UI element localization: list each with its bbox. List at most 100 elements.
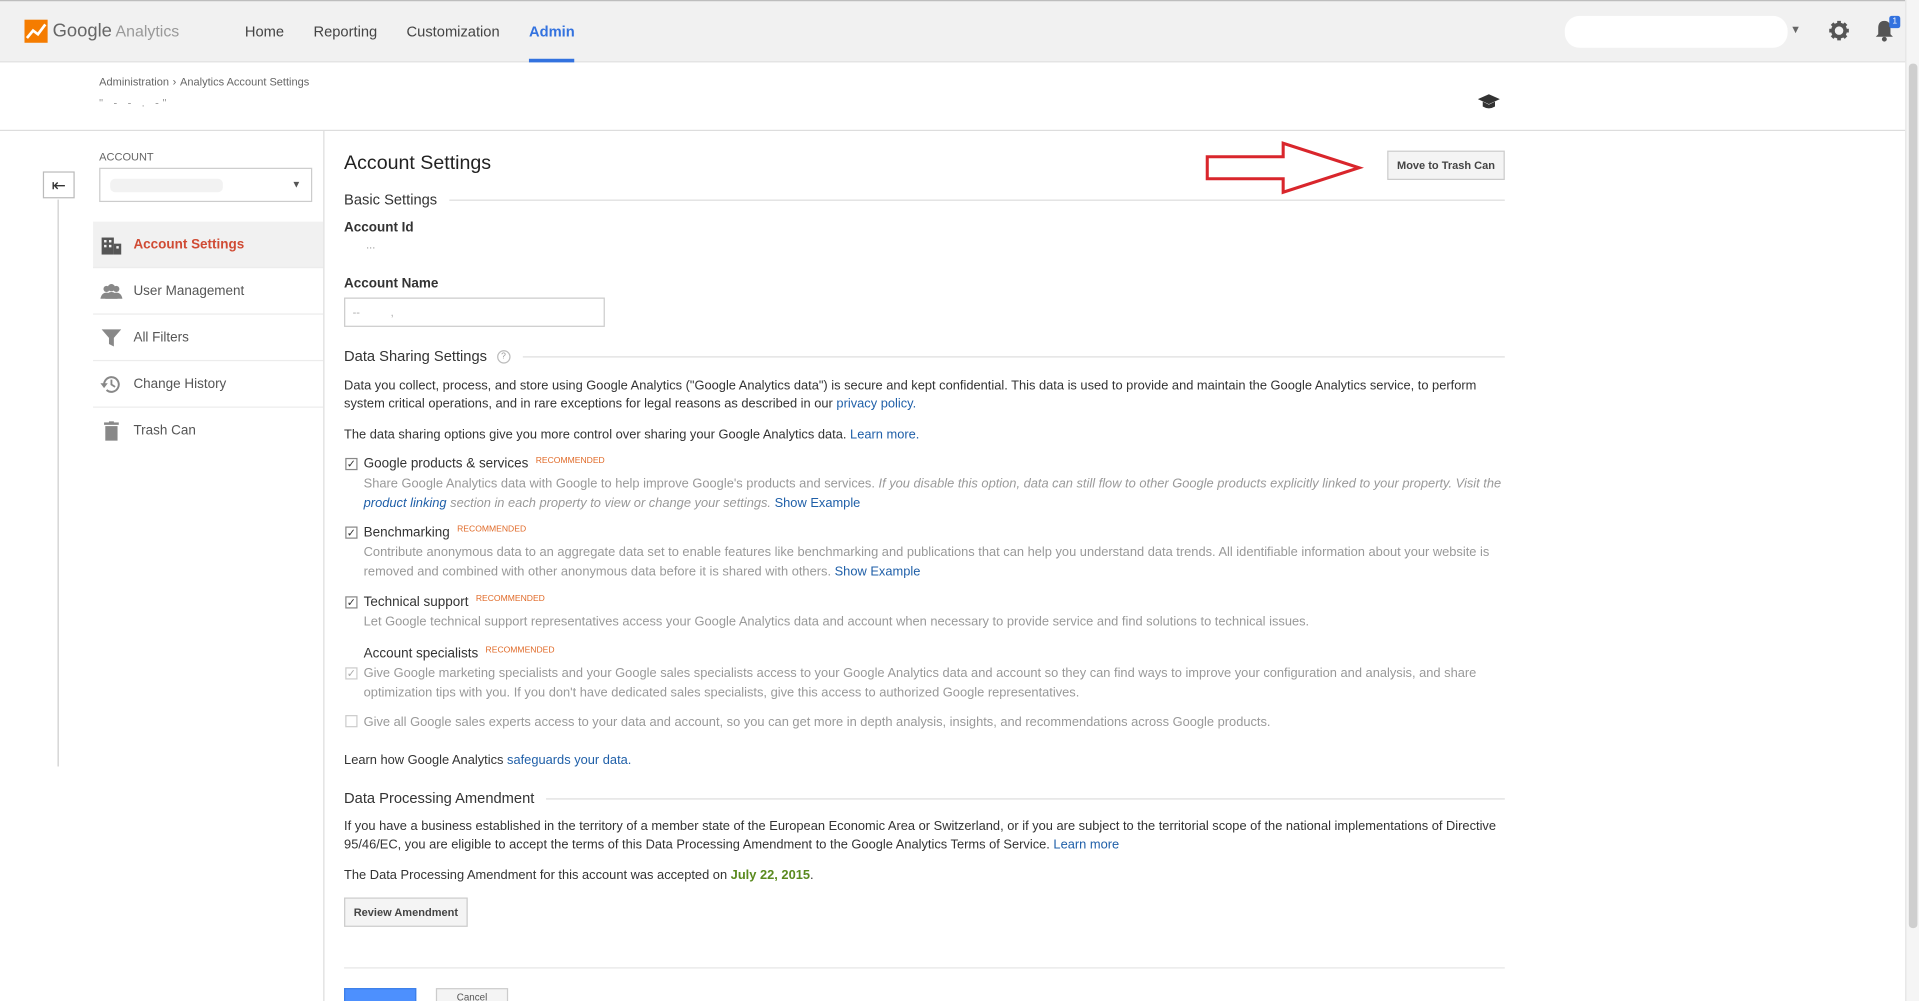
move-to-trash-button[interactable]: Move to Trash Can (1387, 150, 1505, 180)
dpa-section: Data Processing Amendment (344, 790, 1505, 807)
history-icon (100, 374, 122, 394)
dpa-body: If you have a business established in th… (344, 819, 1497, 853)
option-description: Contribute anonymous data to an aggregat… (364, 542, 1505, 581)
desc-italic: If you disable this option, data can sti… (878, 476, 1502, 491)
account-specialists-checkbox[interactable]: ✓ (345, 667, 358, 680)
footer-rule (344, 967, 1505, 969)
desc-text: Share Google Analytics data with Google … (363, 476, 875, 491)
sidebar-item-label: Account Settings (133, 236, 245, 252)
cancel-button[interactable]: Cancel (435, 988, 509, 1001)
save-button[interactable] (344, 988, 417, 1001)
nav-customization[interactable]: Customization (407, 1, 500, 62)
account-name-input[interactable] (344, 297, 605, 327)
building-icon (100, 234, 122, 255)
graduation-cap-icon[interactable] (1477, 93, 1500, 110)
option-description: Give all Google sales experts access to … (363, 715, 1271, 730)
option-title-text: Account specialists (363, 646, 479, 662)
account-switcher[interactable] (1564, 15, 1788, 48)
recommended-badge: RECOMMENDED (457, 525, 527, 534)
option-title: Benchmarking RECOMMENDED (364, 525, 527, 540)
account-id-label: Account Id (344, 220, 414, 236)
dpa-period: . (810, 868, 814, 883)
intro2-text: The data sharing options give you more c… (344, 427, 847, 443)
technical-support-checkbox[interactable]: ✓ (345, 596, 358, 609)
recommended-badge: RECOMMENDED (475, 595, 545, 604)
breadcrumb-current: Analytics Account Settings (180, 75, 310, 89)
breadcrumb-separator: › (172, 75, 177, 89)
option-title: Technical support RECOMMENDED (364, 595, 545, 610)
nav-admin[interactable]: Admin (529, 1, 576, 63)
red-arrow-annotation (1205, 141, 1364, 195)
sidebar-item-trash-can[interactable]: Trash Can (93, 408, 323, 455)
gear-icon[interactable] (1828, 20, 1850, 42)
account-id-value: ... (366, 238, 376, 252)
google-products-checkbox[interactable]: ✓ (345, 457, 358, 471)
option-title: Google products & services RECOMMENDED (364, 457, 605, 472)
dpa-accepted-date: July 22, 2015 (730, 868, 811, 883)
account-subtitle: " - - . -" (99, 96, 171, 109)
help-icon[interactable]: ? (496, 349, 511, 364)
sidebar-item-label: Trash Can (133, 423, 196, 439)
desc-text: Contribute anonymous data to an aggregat… (363, 544, 1490, 580)
account-select[interactable]: ▼ (99, 167, 313, 203)
option-title-text: Technical support (363, 595, 469, 610)
sidebar-divider (57, 199, 59, 767)
sidebar-item-account-settings[interactable]: Account Settings (93, 221, 324, 269)
data-sharing-heading: Data Sharing Settings (344, 347, 488, 365)
sales-experts-checkbox[interactable] (345, 715, 358, 728)
data-sharing-options-intro: The data sharing options give you more c… (344, 426, 1501, 444)
basic-settings-heading: Basic Settings (344, 191, 438, 209)
back-button[interactable]: ⇤ (42, 171, 75, 199)
chevron-down-icon: ▼ (291, 178, 302, 190)
account-name-label: Account Name (344, 276, 439, 292)
option-description: Let Google technical support representat… (363, 614, 1310, 630)
safeguards-link[interactable]: safeguards your data. (507, 753, 631, 768)
sidebar-item-all-filters[interactable]: All Filters (93, 315, 324, 362)
notifications-button[interactable]: 1 (1873, 15, 1901, 42)
trash-icon (100, 421, 122, 441)
nav-reporting[interactable]: Reporting (313, 1, 377, 62)
desc-italic-2: section in each property to view or chan… (450, 495, 772, 511)
google-analytics-logo[interactable]: Google Analytics (24, 19, 180, 43)
product-linking-link[interactable]: product linking (364, 496, 447, 511)
top-bar: Google Analytics Home Reporting Customiz… (0, 0, 1906, 63)
chevron-down-icon[interactable]: ▼ (1790, 23, 1801, 35)
breadcrumb-administration[interactable]: Administration (99, 76, 169, 88)
review-amendment-button[interactable]: Review Amendment (344, 897, 468, 927)
privacy-policy-link[interactable]: privacy policy. (836, 397, 916, 412)
dpa-text: If you have a business established in th… (344, 818, 1501, 855)
safeguards-pre: Learn how Google Analytics (344, 753, 504, 768)
logo-google-text: Google (52, 20, 112, 42)
back-arrow-icon: ⇤ (51, 175, 66, 195)
scrollbar-thumb[interactable] (1908, 63, 1918, 929)
section-rule (546, 797, 1505, 799)
nav-home[interactable]: Home (245, 1, 284, 62)
sidebar-item-label: All Filters (133, 329, 189, 345)
page-title: Account Settings (344, 153, 492, 174)
show-example-link[interactable]: Show Example (835, 564, 921, 579)
admin-sidebar: ⇤ ACCOUNT ▼ Account Settings User Manage… (0, 131, 325, 1001)
recommended-badge: RECOMMENDED (535, 456, 605, 466)
recommended-badge: RECOMMENDED (485, 646, 555, 656)
logo-analytics-text: Analytics (115, 22, 180, 41)
users-icon (100, 281, 123, 301)
account-label: ACCOUNT (99, 150, 154, 163)
sidebar-item-user-management[interactable]: User Management (93, 268, 324, 315)
dpa-heading: Data Processing Amendment (344, 789, 535, 807)
sidebar-item-change-history[interactable]: Change History (93, 361, 324, 408)
option-title-text: Google products & services (363, 456, 529, 472)
show-example-link[interactable]: Show Example (775, 496, 861, 511)
dpa-accepted: The Data Processing Amendment for this a… (344, 867, 1501, 885)
filter-icon (100, 328, 122, 348)
dpa-learn-more-link[interactable]: Learn more (1053, 837, 1119, 852)
data-sharing-intro: Data you collect, process, and store usi… (344, 377, 1501, 414)
page-scrollbar[interactable] (1905, 0, 1919, 1001)
safeguards-text: Learn how Google Analytics safeguards yo… (344, 752, 1501, 770)
option-title-text: Benchmarking (363, 525, 450, 540)
option-description: Share Google Analytics data with Google … (364, 474, 1505, 513)
benchmarking-checkbox[interactable]: ✓ (345, 526, 358, 539)
main-nav: Home Reporting Customization Admin (245, 1, 604, 63)
option-title: Account specialists RECOMMENDED (364, 646, 555, 661)
option-description: Give Google marketing specialists and yo… (363, 666, 1477, 701)
learn-more-link[interactable]: Learn more. (850, 427, 919, 442)
